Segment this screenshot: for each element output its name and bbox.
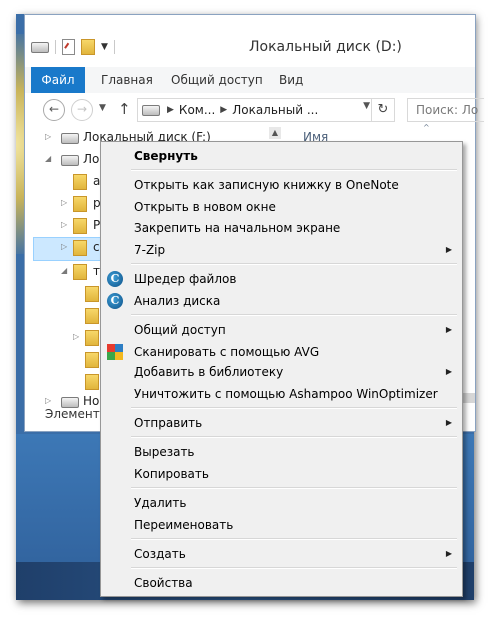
expand-arrow-icon[interactable]: ▷	[45, 127, 51, 147]
search-input[interactable]: Поиск: Ло	[407, 98, 484, 122]
menu-item-ashampoo-destroy[interactable]: Уничтожить с помощью Ashampoo WinOptimiz…	[134, 384, 438, 404]
sort-indicator-icon: ^	[423, 123, 430, 132]
tab-share[interactable]: Общий доступ	[171, 67, 263, 93]
tab-view[interactable]: Вид	[279, 67, 303, 93]
address-bar[interactable]: ▶ Ком... ▶ Локальный ... ▼ ↻	[137, 98, 395, 122]
menu-item-cut[interactable]: Вырезать	[134, 442, 195, 462]
submenu-arrow-icon: ▶	[445, 418, 452, 427]
submenu-arrow-icon: ▶	[445, 367, 452, 376]
folder-icon	[85, 374, 99, 390]
menu-separator	[131, 263, 457, 265]
menu-separator	[131, 436, 457, 438]
folder-icon	[73, 264, 87, 280]
submenu-arrow-icon: ▶	[445, 325, 452, 334]
window-title: Локальный диск (D:)	[249, 39, 402, 55]
breadcrumb-local-disk[interactable]: Локальный ...	[232, 103, 318, 117]
folder-icon	[73, 174, 87, 190]
menu-item-add-to-library[interactable]: Добавить в библиотеку	[134, 362, 283, 382]
expand-arrow-icon[interactable]: ▷	[73, 327, 79, 347]
system-menu-icon[interactable]	[31, 41, 49, 53]
expand-arrow-icon[interactable]: ▷	[61, 193, 67, 213]
breadcrumb-computer[interactable]: Ком...	[179, 103, 215, 117]
refresh-button[interactable]: ↻	[371, 99, 394, 121]
menu-item-scan-avg[interactable]: Сканировать с помощью AVG	[134, 342, 319, 362]
menu-separator	[131, 314, 457, 316]
properties-icon[interactable]	[62, 39, 75, 55]
address-dropdown-icon[interactable]: ▼	[363, 101, 370, 111]
expand-arrow-icon[interactable]: ▷	[61, 215, 67, 235]
tab-home[interactable]: Главная	[101, 67, 153, 93]
menu-separator	[131, 169, 457, 171]
ccleaner-icon: C	[107, 293, 123, 309]
menu-item-file-shredder[interactable]: Шредер файлов	[134, 269, 236, 289]
tab-file[interactable]: Файл	[31, 67, 85, 93]
menu-separator	[131, 407, 457, 409]
submenu-arrow-icon: ▶	[445, 549, 452, 558]
menu-item-send-to[interactable]: Отправить	[134, 413, 202, 433]
new-folder-icon[interactable]	[81, 39, 95, 55]
context-menu: Свернуть Открыть как записную книжку в O…	[100, 141, 463, 597]
menu-item-delete[interactable]: Удалить	[134, 493, 187, 513]
menu-item-disk-analysis[interactable]: Анализ диска	[134, 291, 220, 311]
back-button[interactable]: ←	[43, 99, 65, 121]
forward-button[interactable]: →	[71, 99, 93, 121]
quick-access-toolbar: ▼	[31, 37, 115, 57]
collapse-arrow-icon[interactable]: ◢	[45, 149, 51, 169]
title-bar: ▼ Локальный диск (D:)	[25, 15, 475, 67]
ccleaner-icon: C	[107, 271, 123, 287]
menu-separator	[131, 567, 457, 569]
folder-icon	[85, 308, 99, 324]
folder-icon	[85, 286, 99, 302]
folder-icon	[73, 240, 87, 256]
menu-item-new[interactable]: Создать	[134, 544, 186, 564]
drive-icon	[61, 155, 79, 166]
collapse-arrow-icon[interactable]: ◢	[61, 261, 67, 281]
menu-item-open-new-window[interactable]: Открыть в новом окне	[134, 197, 276, 217]
recent-locations-icon[interactable]: ▼	[99, 103, 106, 113]
scroll-up-button[interactable]: ▲	[269, 127, 281, 139]
menu-item-pin-start[interactable]: Закрепить на начальном экране	[134, 218, 340, 238]
menu-item-copy[interactable]: Копировать	[134, 464, 209, 484]
qat-customize-icon[interactable]: ▼	[101, 42, 108, 52]
qat-separator	[55, 40, 56, 54]
drive-icon	[61, 133, 79, 144]
tree-item-label: с	[93, 240, 100, 254]
status-bar-text: Элементо	[45, 407, 108, 421]
avg-icon	[107, 344, 123, 360]
qat-separator	[113, 40, 115, 54]
menu-item-share[interactable]: Общий доступ	[134, 320, 226, 340]
folder-icon	[73, 196, 87, 212]
submenu-arrow-icon: ▶	[445, 245, 452, 254]
up-button[interactable]: ↑	[118, 100, 131, 118]
folder-icon	[85, 330, 99, 346]
menu-item-collapse[interactable]: Свернуть	[134, 146, 198, 166]
menu-item-open-onenote[interactable]: Открыть как записную книжку в OneNote	[134, 175, 399, 195]
address-toolbar: ← → ▼ ↑ ▶ Ком... ▶ Локальный ... ▼ ↻ Пои…	[25, 93, 484, 125]
folder-icon	[73, 218, 87, 234]
folder-icon	[85, 352, 99, 368]
menu-separator	[131, 487, 457, 489]
chevron-right-icon[interactable]: ▶	[167, 105, 174, 115]
menu-item-properties[interactable]: Свойства	[134, 573, 193, 593]
ribbon-tabs: Файл Главная Общий доступ Вид	[25, 67, 475, 94]
chevron-right-icon[interactable]: ▶	[220, 105, 227, 115]
drive-icon	[142, 104, 160, 116]
menu-separator	[131, 538, 457, 540]
menu-item-7zip[interactable]: 7-Zip	[134, 240, 165, 260]
expand-arrow-icon[interactable]: ▷	[61, 237, 67, 257]
menu-item-rename[interactable]: Переименовать	[134, 515, 233, 535]
